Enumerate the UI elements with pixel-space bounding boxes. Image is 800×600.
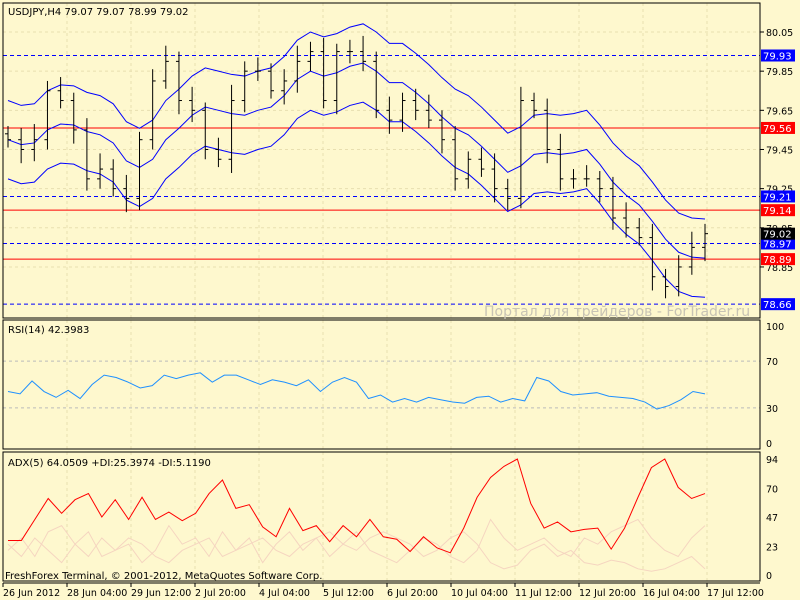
watermark: Портал для трейдеров - ForTrader.ru [484, 304, 750, 320]
time-tick-label: 26 Jun 2012 [3, 588, 60, 599]
time-tick-label: 4 Jul 04:00 [259, 588, 310, 599]
time-tick-label: 28 Jun 04:00 [67, 588, 127, 599]
upper-band [7, 23, 706, 220]
price-tag-79.56: 79.56 [763, 124, 792, 135]
adx-tick-label: 0 [766, 571, 772, 582]
minus-di-line [7, 531, 706, 572]
time-tick-label: 5 Jul 12:00 [323, 588, 374, 599]
adx-pane-border [2, 451, 761, 582]
symbol-header: USDJPY,H4 79.07 79.07 78.99 79.02 [8, 7, 189, 18]
time-tick-label: 2 Jul 20:00 [195, 588, 246, 599]
adx-line [8, 458, 706, 554]
lower-band [7, 101, 706, 298]
adx-series: 94 70 47 23 0 [7, 455, 778, 582]
price-tick-label: 79.85 [766, 67, 793, 78]
price-tick-label: 79.45 [766, 145, 793, 156]
time-tick-label: 16 Jul 04:00 [643, 588, 700, 599]
rsi-tick-label: 100 [766, 322, 784, 333]
envelope-bands [7, 23, 706, 298]
plus-di-line [7, 518, 706, 564]
rsi-label: RSI(14) 42.3983 [8, 325, 89, 336]
price-tag-78.89: 78.89 [763, 255, 792, 266]
current-price-tag: 79.02 [763, 230, 792, 241]
adx-tick-label: 94 [766, 455, 778, 466]
time-tick-label: 6 Jul 20:00 [387, 588, 438, 599]
rsi-tick-label: 0 [766, 439, 772, 450]
time-tick-label: 12 Jul 20:00 [579, 588, 636, 599]
copyright-text: FreshForex Terminal, © 2001-2012, MetaQu… [5, 571, 322, 582]
chart-canvas[interactable]: 100 70 30 0 94 70 47 23 0 USDJPY,H4 79.07 79.07… [0, 0, 800, 600]
price-tick-label: 80.05 [766, 28, 793, 39]
price-tag-79.93: 79.93 [763, 51, 792, 62]
adx-label: ADX(5) 64.0509 +DI:25.3974 -DI:5.1190 [8, 458, 211, 469]
price-tag-78.97: 78.97 [763, 239, 792, 250]
adx-tick-label: 47 [766, 513, 778, 524]
time-tick-label: 10 Jul 04:00 [451, 588, 508, 599]
rsi-tick-label: 70 [766, 357, 778, 368]
rsi-line [7, 372, 706, 410]
price-tick-label: 79.65 [766, 106, 793, 117]
adx-tick-label: 70 [766, 485, 778, 496]
price-tag-79.21: 79.21 [763, 192, 792, 203]
chart-window[interactable]: 100 70 30 0 94 70 47 23 0 USDJPY,H4 79.07 79.07… [0, 0, 800, 600]
price-tag-78.66: 78.66 [763, 300, 792, 311]
rsi-pane-border [2, 319, 761, 450]
time-tick-label: 11 Jul 12:00 [515, 588, 572, 599]
adx-tick-label: 23 [766, 543, 778, 554]
rsi-series: 100 70 30 0 [3, 322, 784, 450]
grid [3, 3, 760, 581]
middle-band [7, 62, 706, 259]
time-axis: 26 Jun 2012 28 Jun 04:00 29 Jun 12:00 2 Jul… [2, 583, 764, 599]
time-tick-label: 17 Jul 12:00 [707, 588, 764, 599]
price-tag-79.14: 79.14 [763, 206, 792, 217]
main-pane-border [2, 2, 761, 319]
rsi-tick-label: 30 [766, 404, 778, 415]
time-tick-label: 29 Jun 12:00 [131, 588, 191, 599]
